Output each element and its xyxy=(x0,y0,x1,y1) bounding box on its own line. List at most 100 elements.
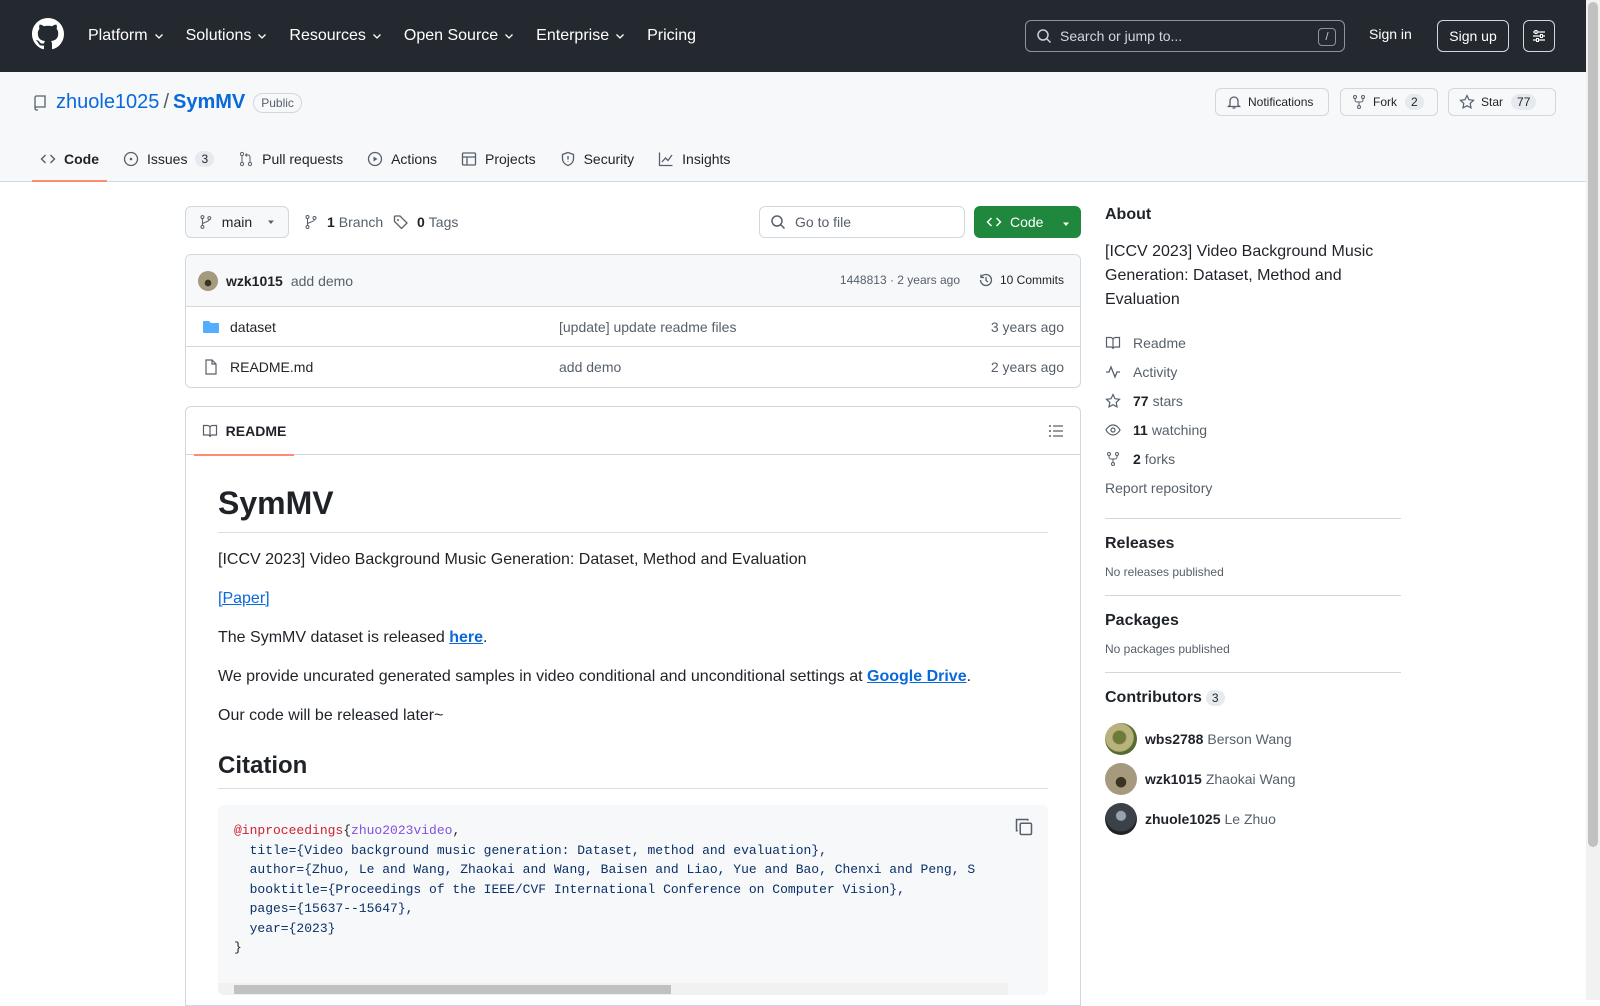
commits-count: 10 Commits xyxy=(999,273,1064,287)
nav-label: Resources xyxy=(289,27,366,44)
branch-selector[interactable]: main xyxy=(185,206,289,238)
code-horizontal-scrollbar[interactable] xyxy=(218,983,1008,995)
repo-name-link[interactable]: SymMV xyxy=(173,91,245,114)
readme-intro: [ICCV 2023] Video Background Music Gener… xyxy=(218,551,807,568)
copy-icon[interactable] xyxy=(1014,817,1034,837)
commit-message-link[interactable]: add demo xyxy=(291,273,353,289)
readme-title: SymMV xyxy=(218,485,1048,533)
caret-down-icon xyxy=(1063,222,1069,226)
file-icon xyxy=(205,359,217,375)
tab-code[interactable]: Code xyxy=(32,136,107,182)
nav-platform[interactable]: Platform xyxy=(88,27,165,45)
repo-owner-link[interactable]: zhuole1025 xyxy=(56,91,159,114)
star-button[interactable]: Star 77 xyxy=(1448,88,1556,116)
readme-panel: README SymMV [ICCV 2023] Video Backgroun… xyxy=(185,406,1081,1006)
sign-in-link[interactable]: Sign in xyxy=(1369,26,1412,42)
readme-tab[interactable]: README xyxy=(194,407,294,456)
fork-icon xyxy=(1107,451,1119,466)
contributor-item[interactable]: zhuole1025 Le Zhuo xyxy=(1105,799,1401,839)
tab-security[interactable]: Security xyxy=(552,136,643,182)
list-outline-icon[interactable] xyxy=(1048,423,1064,439)
contributor-item[interactable]: wbs2788 Berson Wang xyxy=(1105,719,1401,759)
code-line: @inproceedings{zhuo2023video, xyxy=(234,821,1032,841)
code-dropdown-button[interactable]: Code xyxy=(974,206,1081,238)
fork-label: Fork xyxy=(1373,95,1397,109)
tab-projects[interactable]: Projects xyxy=(453,136,544,182)
readme-label: Readme xyxy=(1133,334,1186,351)
nav-enterprise[interactable]: Enterprise xyxy=(536,27,626,45)
commits-history-link[interactable]: 10 Commits xyxy=(978,272,1064,288)
scrollbar-thumb[interactable] xyxy=(234,985,671,994)
scrollbar-thumb[interactable] xyxy=(1588,2,1598,847)
branches-link[interactable]: 1 Branch xyxy=(303,214,383,230)
go-to-file-input[interactable]: Go to file xyxy=(759,206,965,238)
fork-icon xyxy=(1353,95,1365,109)
commit-author-link[interactable]: wzk1015 xyxy=(226,273,283,289)
file-row[interactable]: dataset [update] update readme files 3 y… xyxy=(186,307,1080,347)
repo-tabs: Code Issues 3 Pull requests Actions Proj… xyxy=(32,136,746,182)
sign-up-button[interactable]: Sign up xyxy=(1437,20,1509,52)
forks-link[interactable]: 2 forks xyxy=(1105,444,1401,473)
contributors-heading[interactable]: Contributors 3 xyxy=(1105,689,1401,707)
tab-actions[interactable]: Actions xyxy=(359,136,445,182)
avatar[interactable] xyxy=(198,270,218,291)
readme-tab-label: README xyxy=(225,423,287,439)
packages-heading[interactable]: Packages xyxy=(1105,612,1401,630)
file-commit-message[interactable]: add demo xyxy=(559,359,621,375)
google-drive-link[interactable]: Google Drive xyxy=(867,668,967,685)
activity-link[interactable]: Activity xyxy=(1105,357,1401,386)
nav-solutions[interactable]: Solutions xyxy=(186,27,269,45)
report-repository-link[interactable]: Report repository xyxy=(1105,473,1401,502)
branch-icon xyxy=(200,215,212,229)
search-icon xyxy=(771,215,786,230)
nav-pricing[interactable]: Pricing xyxy=(647,27,696,45)
avatar[interactable] xyxy=(1105,723,1137,755)
commit-meta: 1448813 · 2 years ago xyxy=(839,273,960,287)
latest-commit-row: wzk1015 add demo 1448813 · 2 years ago 1… xyxy=(186,255,1080,307)
page-scrollbar[interactable] xyxy=(1586,0,1600,1000)
breadcrumb-separator: / xyxy=(163,91,169,113)
paper-link[interactable]: [Paper] xyxy=(218,590,270,607)
contributor-item[interactable]: wzk1015 Zhaokai Wang xyxy=(1105,759,1401,799)
file-name-link[interactable]: README.md xyxy=(230,359,313,375)
settings-menu-button[interactable] xyxy=(1523,20,1555,52)
file-row[interactable]: README.md add demo 2 years ago xyxy=(186,347,1080,387)
file-commit-message[interactable]: [update] update readme files xyxy=(559,319,736,335)
play-circle-icon xyxy=(367,151,383,167)
chevron-down-icon xyxy=(505,34,514,39)
github-logo-icon[interactable] xyxy=(32,18,64,50)
dataset-paragraph: The SymMV dataset is released here. xyxy=(218,626,1048,650)
tab-pull-requests[interactable]: Pull requests xyxy=(230,136,351,182)
tags-link[interactable]: 0 Tags xyxy=(393,214,458,230)
dataset-link[interactable]: here xyxy=(449,629,483,646)
avatar[interactable] xyxy=(1105,763,1137,795)
repo-description: [ICCV 2023] Video Background Music Gener… xyxy=(1105,243,1374,308)
tab-label: Pull requests xyxy=(262,151,344,167)
notifications-button[interactable]: Notifications xyxy=(1215,88,1329,116)
watching-link[interactable]: 11 watching xyxy=(1105,415,1401,444)
nav-label: Enterprise xyxy=(536,27,610,44)
code-release-text: Our code will be released later~ xyxy=(218,707,444,724)
paper-paragraph: [Paper] xyxy=(218,587,1048,611)
tab-issues[interactable]: Issues 3 xyxy=(115,136,222,182)
dataset-text: The SymMV dataset is released xyxy=(218,629,450,646)
avatar[interactable] xyxy=(1105,803,1137,835)
file-name-link[interactable]: dataset xyxy=(230,319,276,335)
pulse-icon xyxy=(1106,364,1120,379)
book-icon xyxy=(1105,336,1121,349)
stars-link[interactable]: 77 stars xyxy=(1105,386,1401,415)
nav-open-source[interactable]: Open Source xyxy=(404,27,515,45)
about-heading: About xyxy=(1105,206,1152,223)
about-sidebar: About [ICCV 2023] Video Background Music… xyxy=(1105,206,1401,839)
nav-resources[interactable]: Resources xyxy=(289,27,382,45)
releases-heading[interactable]: Releases xyxy=(1105,535,1401,553)
nav-label: Open Source xyxy=(403,27,499,44)
tab-insights[interactable]: Insights xyxy=(650,136,738,182)
caret-down-icon xyxy=(268,220,275,224)
sliders-icon xyxy=(1533,30,1545,42)
tab-label: Issues xyxy=(147,151,188,167)
dataset-end: . xyxy=(483,629,488,646)
fork-button[interactable]: Fork 2 xyxy=(1340,88,1438,116)
readme-link[interactable]: Readme xyxy=(1105,328,1401,357)
global-search-input[interactable]: Search or jump to... / xyxy=(1025,20,1345,52)
